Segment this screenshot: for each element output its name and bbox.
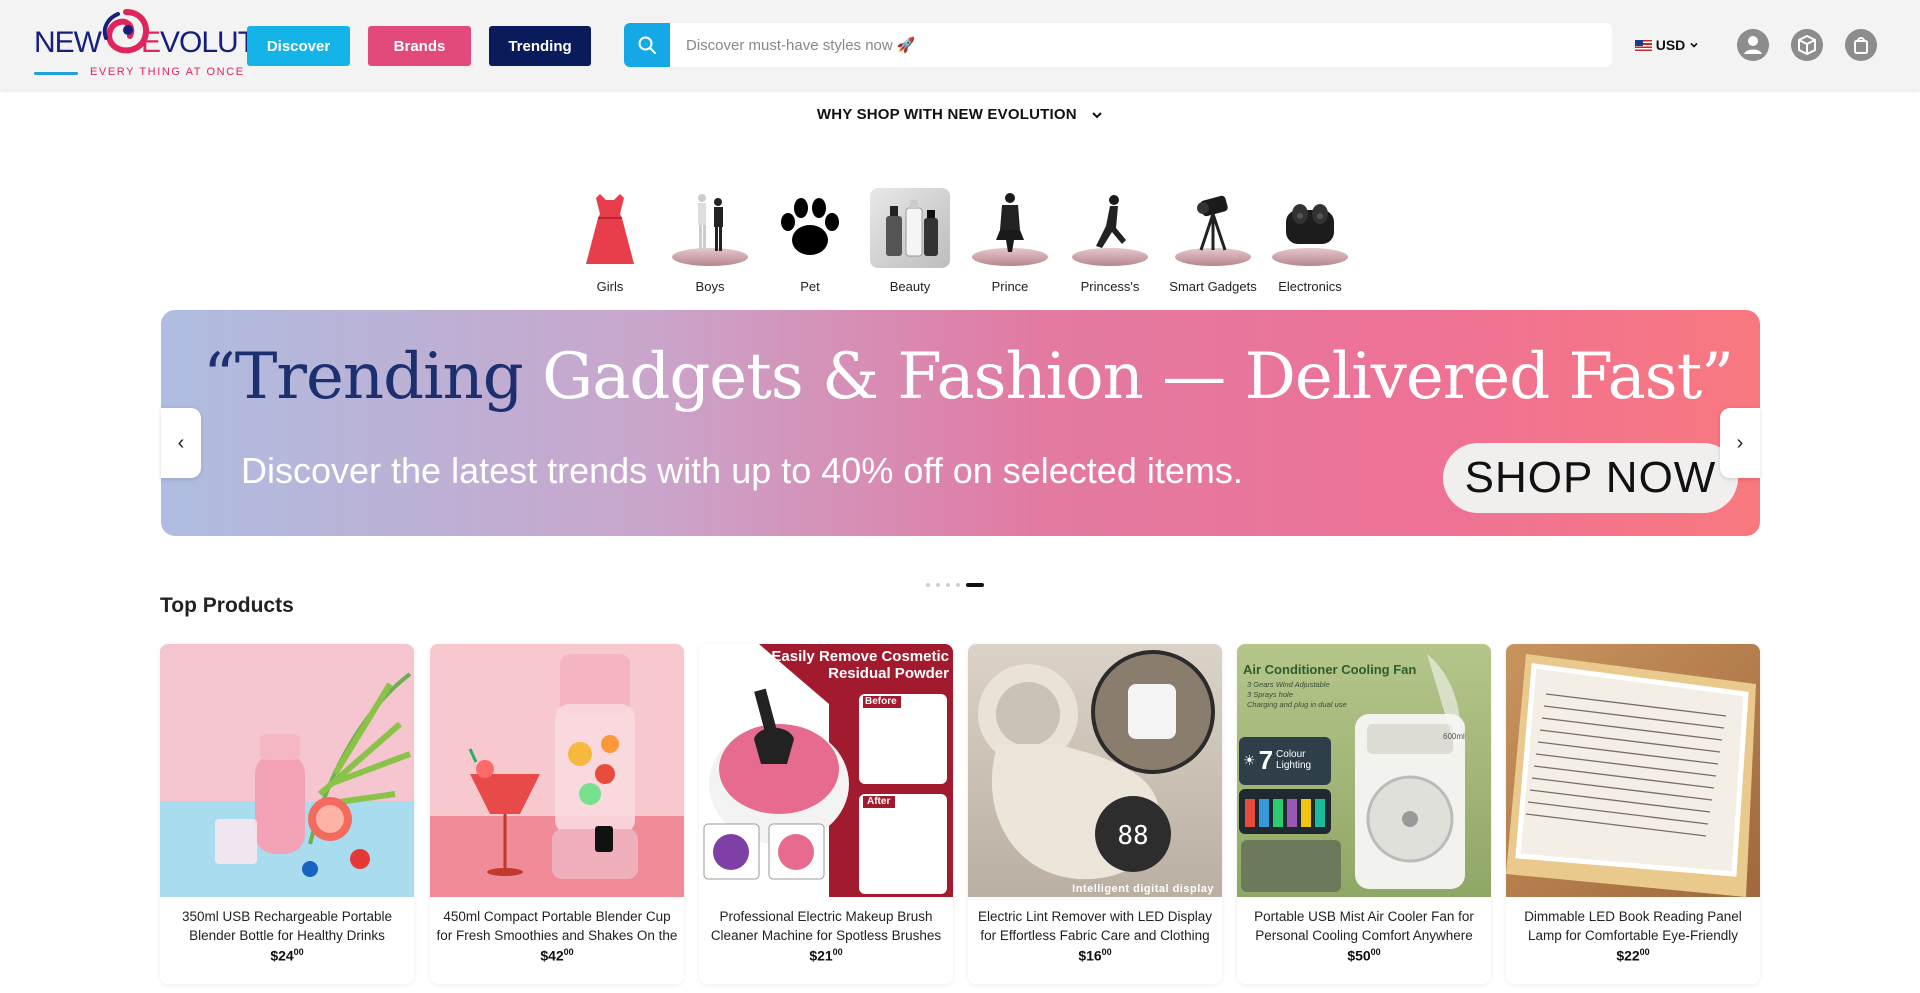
account-icon[interactable] xyxy=(1737,29,1769,61)
gadget-icon xyxy=(1173,188,1253,268)
product-image[interactable]: 88 Intelligent digital display xyxy=(968,644,1222,897)
product-name[interactable]: 350ml USB Rechargeable Portable Blender … xyxy=(160,907,414,945)
product-price: $4200 xyxy=(540,947,574,964)
brush-cleaner-headline: Easily Remove Cosmetic Residual Powder xyxy=(771,648,949,682)
fan-headline: Air Conditioner Cooling Fan xyxy=(1243,662,1417,677)
chevron-down-icon xyxy=(1092,112,1102,119)
product-price: $5000 xyxy=(1347,947,1381,964)
product-price: $1600 xyxy=(1078,947,1112,964)
search-button[interactable] xyxy=(624,23,670,67)
svg-text:88: 88 xyxy=(1117,821,1148,851)
category-label: Prince xyxy=(991,279,1029,294)
product-name[interactable]: 450ml Compact Portable Blender Cup for F… xyxy=(430,907,684,945)
chevron-down-icon xyxy=(1690,42,1698,48)
search-icon xyxy=(638,36,656,54)
category-label: Electronics xyxy=(1278,279,1342,294)
dress-icon xyxy=(570,188,650,268)
product-name[interactable]: Portable USB Mist Air Cooler Fan for Per… xyxy=(1237,907,1491,945)
after-label: After xyxy=(867,796,891,807)
category-label: Girls xyxy=(596,279,624,294)
fan-lighting-badge: ☀ 7 Colour Lighting xyxy=(1243,744,1312,775)
carousel-dot-active[interactable] xyxy=(966,583,984,587)
product-name[interactable]: Electric Lint Remover with LED Display f… xyxy=(968,907,1222,945)
why-shop-toggle[interactable]: WHY SHOP WITH NEW EVOLUTION xyxy=(0,106,1920,123)
product-image[interactable]: Easily Remove Cosmetic Residual Powder B… xyxy=(699,644,953,897)
product-price: $2200 xyxy=(1616,947,1650,964)
carousel-dots xyxy=(926,583,984,587)
category-princess[interactable]: Princess's xyxy=(1060,188,1160,294)
product-price: $2100 xyxy=(809,947,843,964)
sun-icon: ☀ xyxy=(1243,751,1256,768)
currency-selector[interactable]: USD xyxy=(1628,30,1706,60)
category-electronics[interactable]: Electronics xyxy=(1260,188,1360,294)
before-label: Before xyxy=(865,696,897,707)
carousel-prev-button[interactable]: ‹ xyxy=(161,408,201,478)
section-title: Top Products xyxy=(160,594,294,617)
princess-figure-icon xyxy=(1070,188,1150,268)
logo-tagline: EVERY THING AT ONCE xyxy=(90,66,245,78)
category-beauty[interactable]: Beauty xyxy=(860,188,960,294)
category-prince[interactable]: Prince xyxy=(960,188,1060,294)
us-flag-icon xyxy=(1634,39,1652,51)
prince-figure-icon xyxy=(970,188,1050,268)
search-input[interactable] xyxy=(670,23,1610,67)
banner-title: “Trending Gadgets & Fashion — Delivered … xyxy=(203,340,1734,414)
product-image[interactable] xyxy=(160,644,414,897)
discover-button[interactable]: Discover xyxy=(247,26,350,66)
product-price: $2400 xyxy=(270,947,304,964)
currency-label: USD xyxy=(1655,37,1686,53)
product-image[interactable]: Air Conditioner Cooling Fan 3 Gears Wind… xyxy=(1237,644,1491,897)
category-boys[interactable]: Boys xyxy=(660,188,760,294)
search-bar xyxy=(624,23,1612,67)
product-card[interactable]: Air Conditioner Cooling Fan 3 Gears Wind… xyxy=(1237,644,1491,984)
product-card[interactable]: 450ml Compact Portable Blender Cup for F… xyxy=(430,644,684,984)
carousel-dot[interactable] xyxy=(936,583,940,587)
category-label: Smart Gadgets xyxy=(1169,279,1257,294)
carousel-dot[interactable] xyxy=(926,583,930,587)
category-label: Pet xyxy=(800,279,820,294)
cart-icon[interactable] xyxy=(1845,29,1877,61)
product-card[interactable]: Easily Remove Cosmetic Residual Powder B… xyxy=(699,644,953,984)
product-card[interactable]: Dimmable LED Book Reading Panel Lamp for… xyxy=(1506,644,1760,984)
product-card[interactable]: 350ml USB Rechargeable Portable Blender … xyxy=(160,644,414,984)
orders-box-icon[interactable] xyxy=(1791,29,1823,61)
banner-subtitle: Discover the latest trends with up to 40… xyxy=(241,450,1243,491)
trending-button[interactable]: Trending xyxy=(489,26,591,66)
shop-now-button[interactable]: SHOP NOW xyxy=(1443,443,1738,513)
lint-caption: Intelligent digital display xyxy=(1072,883,1214,895)
fan-capacity: 600ml xyxy=(1443,732,1465,741)
paw-icon xyxy=(770,188,850,268)
category-label: Princess's xyxy=(1080,279,1140,294)
carousel-dot[interactable] xyxy=(946,583,950,587)
product-name[interactable]: Dimmable LED Book Reading Panel Lamp for… xyxy=(1506,907,1760,945)
cosmetics-icon xyxy=(870,188,950,268)
product-card[interactable]: 88 Intelligent digital display Electric … xyxy=(968,644,1222,984)
category-label: Beauty xyxy=(889,279,931,294)
product-name[interactable]: Professional Electric Makeup Brush Clean… xyxy=(699,907,953,945)
category-label: Boys xyxy=(695,279,725,294)
category-smart-gadgets[interactable]: Smart Gadgets xyxy=(1163,188,1263,294)
site-logo[interactable]: NEW EVOLUTION EVERY THING AT ONCE xyxy=(34,8,306,80)
fan-feature-list: 3 Gears Wind Adjustable 3 Sprays hole Ch… xyxy=(1247,680,1347,709)
site-header: NEW EVOLUTION EVERY THING AT ONCE Discove… xyxy=(0,0,1920,90)
category-girls[interactable]: Girls xyxy=(560,188,660,294)
boys-figure-icon xyxy=(670,188,750,268)
logo-swirl-icon xyxy=(102,9,149,54)
carousel-next-button[interactable]: › xyxy=(1720,408,1760,478)
category-pet[interactable]: Pet xyxy=(760,188,860,294)
brands-button[interactable]: Brands xyxy=(368,26,471,66)
hero-banner[interactable]: “Trending Gadgets & Fashion — Delivered … xyxy=(161,310,1760,536)
earbuds-icon xyxy=(1270,188,1350,268)
carousel-dot[interactable] xyxy=(956,583,960,587)
logo-underline xyxy=(34,72,78,75)
product-image[interactable] xyxy=(1506,644,1760,897)
product-image[interactable] xyxy=(430,644,684,897)
why-shop-label: WHY SHOP WITH NEW EVOLUTION xyxy=(816,106,1077,123)
